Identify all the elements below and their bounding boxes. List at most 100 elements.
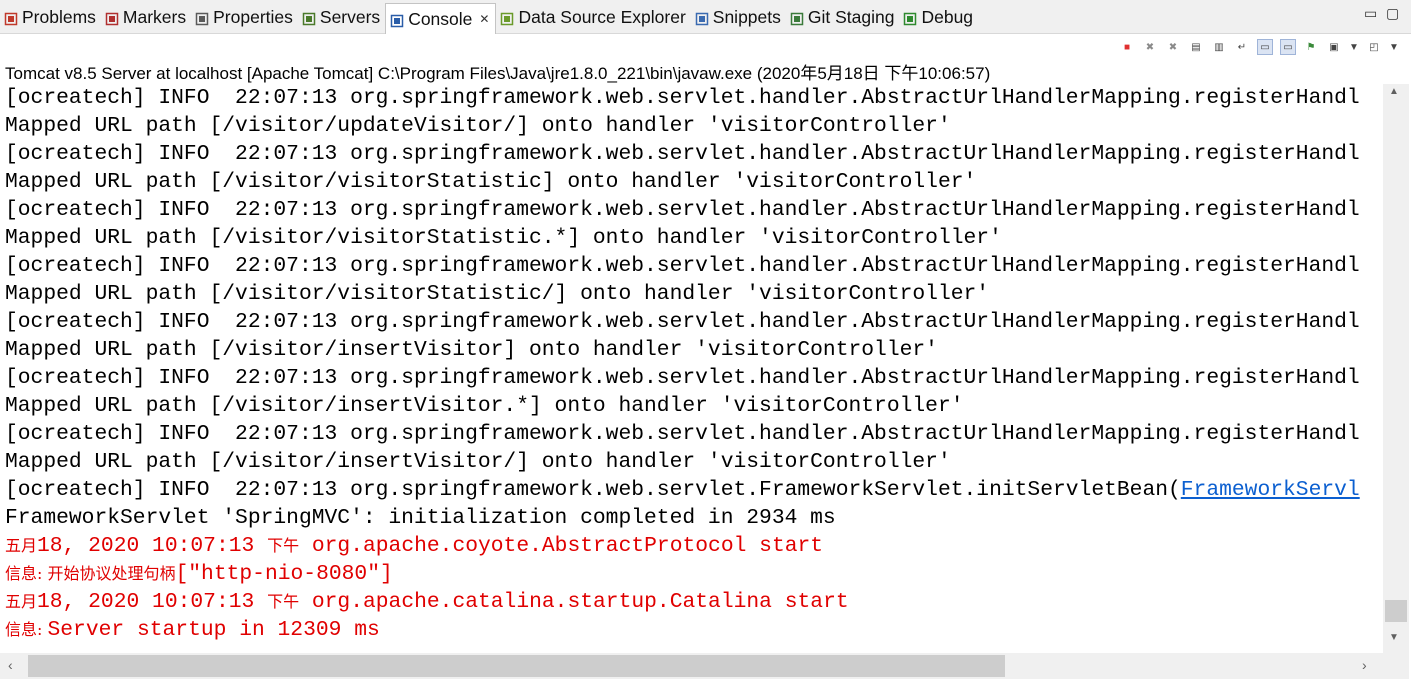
console-line: [ocreatech] INFO 22:07:13 org.springfram…: [0, 308, 1383, 336]
console-line: Mapped URL path [/visitor/insertVisitor]…: [0, 336, 1383, 364]
view-tabs: Problems Markers Properties Servers Console ✕…: [0, 0, 978, 34]
console-line: 信息: Server startup in 12309 ms: [0, 616, 1383, 644]
console-line: Mapped URL path [/visitor/insertVisitor/…: [0, 448, 1383, 476]
console-icon: [390, 12, 404, 28]
console-text: Mapped URL path [/visitor/visitorStatist…: [5, 226, 1002, 250]
console-line: [ocreatech] INFO 22:07:13 org.springfram…: [0, 476, 1383, 504]
console-line: [ocreatech] INFO 22:07:13 org.springfram…: [0, 364, 1383, 392]
console-line: [ocreatech] INFO 22:07:13 org.springfram…: [0, 196, 1383, 224]
console-text: [ocreatech] INFO 22:07:13 org.springfram…: [5, 86, 1360, 110]
scroll-lock-icon[interactable]: ▥: [1211, 39, 1227, 55]
console-text: Mapped URL path [/visitor/insertVisitor/…: [5, 450, 951, 474]
show-on-stderr-icon[interactable]: ▭: [1280, 39, 1296, 55]
tab-problems[interactable]: Problems: [0, 0, 101, 34]
console-text: 下午: [267, 592, 300, 611]
console-line: Mapped URL path [/visitor/visitorStatist…: [0, 168, 1383, 196]
datasource-icon: [500, 10, 514, 26]
console-text: org.apache.coyote.AbstractProtocol start: [299, 534, 824, 558]
console-text: 18, 2020 10:07:13: [37, 534, 268, 558]
horizontal-scrollbar[interactable]: ‹ ›: [0, 653, 1383, 679]
console-toolbar: ■ ✖ ✖ ▤ ▥ ↵ ▭ ▭ ⚑ ▣ ▼ ◰ ▼: [1119, 36, 1399, 58]
console-line: [ocreatech] INFO 22:07:13 org.springfram…: [0, 140, 1383, 168]
horizontal-scroll-thumb[interactable]: [28, 655, 1005, 677]
console-line: 五月18, 2020 10:07:13 下午 org.apache.catali…: [0, 588, 1383, 616]
snippets-icon: [695, 10, 709, 26]
servers-icon: [302, 10, 316, 26]
console-text: 18, 2020 10:07:13: [37, 590, 268, 614]
maximize-view-icon[interactable]: ▢: [1386, 5, 1399, 22]
console-output[interactable]: [ocreatech] INFO 22:07:13 org.springfram…: [0, 84, 1383, 653]
console-text: 五月: [5, 592, 38, 611]
console-line: [ocreatech] INFO 22:07:13 org.springfram…: [0, 252, 1383, 280]
tab-label: Problems: [22, 6, 96, 27]
tab-data-source-explorer[interactable]: Data Source Explorer: [496, 0, 690, 34]
console-line: [ocreatech] INFO 22:07:13 org.springfram…: [0, 420, 1383, 448]
tab-git-staging[interactable]: Git Staging: [786, 0, 900, 34]
remove-all-terminated-icon[interactable]: ✖: [1165, 39, 1181, 55]
console-text: Mapped URL path [/visitor/insertVisitor.…: [5, 394, 964, 418]
remove-launch-icon[interactable]: ✖: [1142, 39, 1158, 55]
console-text: Mapped URL path [/visitor/updateVisitor/…: [5, 114, 951, 138]
tab-label: Markers: [122, 6, 187, 27]
console-text: [ocreatech] INFO 22:07:13 org.springfram…: [5, 478, 1181, 502]
console-text: 五月: [5, 536, 38, 555]
console-text: [ocreatech] INFO 22:07:13 org.springfram…: [5, 254, 1360, 278]
console-text: [ocreatech] INFO 22:07:13 org.springfram…: [5, 198, 1360, 222]
clear-console-icon[interactable]: ▤: [1188, 39, 1204, 55]
console-text: Mapped URL path [/visitor/visitorStatist…: [5, 170, 977, 194]
tab-label: Debug: [921, 6, 974, 27]
scroll-down-icon[interactable]: ▼: [1389, 632, 1399, 643]
console-process-label: Tomcat v8.5 Server at localhost [Apache …: [5, 64, 991, 83]
vertical-scroll-thumb[interactable]: [1385, 600, 1407, 622]
tab-debug[interactable]: Debug: [899, 0, 978, 34]
tab-properties[interactable]: Properties: [191, 0, 298, 34]
tab-markers[interactable]: Markers: [101, 0, 191, 34]
tab-label: Git Staging: [807, 6, 895, 27]
properties-icon: [195, 10, 209, 26]
terminate-icon[interactable]: ■: [1119, 39, 1135, 55]
close-tab-icon[interactable]: ✕: [479, 12, 489, 26]
tab-label: Properties: [213, 6, 293, 27]
tab-label: Snippets: [712, 6, 781, 27]
scroll-left-icon[interactable]: ‹: [8, 657, 13, 673]
debug-icon: [903, 10, 917, 26]
git-staging-icon: [790, 10, 804, 26]
console-line: Mapped URL path [/visitor/insertVisitor.…: [0, 392, 1383, 420]
console-text: Server startup in 12309 ms: [47, 618, 380, 642]
console-text: 下午: [267, 536, 300, 555]
problems-icon: [4, 10, 18, 26]
tab-label: Servers: [319, 6, 381, 27]
console-text: 信息: 开始协议处理句柄: [5, 564, 176, 583]
scroll-up-icon[interactable]: ▲: [1389, 86, 1399, 97]
console-line: FrameworkServlet 'SpringMVC': initializa…: [0, 504, 1383, 532]
tab-snippets[interactable]: Snippets: [691, 0, 786, 34]
vertical-scrollbar[interactable]: ▲ ▼: [1383, 84, 1409, 653]
show-on-stdout-icon[interactable]: ▭: [1257, 39, 1273, 55]
scroll-right-icon[interactable]: ›: [1362, 657, 1367, 673]
tab-label: Console: [408, 8, 473, 29]
markers-icon: [105, 10, 119, 26]
tab-servers[interactable]: Servers: [298, 0, 385, 34]
minimize-view-icon[interactable]: ▭: [1364, 5, 1377, 22]
console-link[interactable]: FrameworkServl: [1181, 478, 1360, 502]
tab-label: Data Source Explorer: [518, 6, 686, 27]
display-console-dropdown-icon[interactable]: ▼: [1349, 39, 1359, 55]
console-line: Mapped URL path [/visitor/updateVisitor/…: [0, 112, 1383, 140]
scrollbar-corner: [1383, 653, 1409, 679]
console-text: 信息:: [5, 620, 48, 639]
console-line: 信息: 开始协议处理句柄["http-nio-8080"]: [0, 560, 1383, 588]
word-wrap-icon[interactable]: ↵: [1234, 39, 1250, 55]
console-text: [ocreatech] INFO 22:07:13 org.springfram…: [5, 142, 1360, 166]
console-text: Mapped URL path [/visitor/visitorStatist…: [5, 282, 990, 306]
console-line: 五月18, 2020 10:07:13 下午 org.apache.coyote…: [0, 532, 1383, 560]
console-text: FrameworkServlet 'SpringMVC': initializa…: [5, 506, 836, 530]
view-tab-bar: Problems Markers Properties Servers Console ✕…: [0, 0, 1411, 34]
open-console-icon[interactable]: ◰: [1366, 39, 1382, 55]
pin-console-icon[interactable]: ⚑: [1303, 39, 1319, 55]
display-console-icon[interactable]: ▣: [1326, 39, 1342, 55]
console-text: Mapped URL path [/visitor/insertVisitor]…: [5, 338, 938, 362]
console-line: Mapped URL path [/visitor/visitorStatist…: [0, 224, 1383, 252]
open-console-dropdown-icon[interactable]: ▼: [1389, 39, 1399, 55]
console-text: [ocreatech] INFO 22:07:13 org.springfram…: [5, 366, 1360, 390]
tab-console[interactable]: Console ✕: [385, 3, 497, 34]
